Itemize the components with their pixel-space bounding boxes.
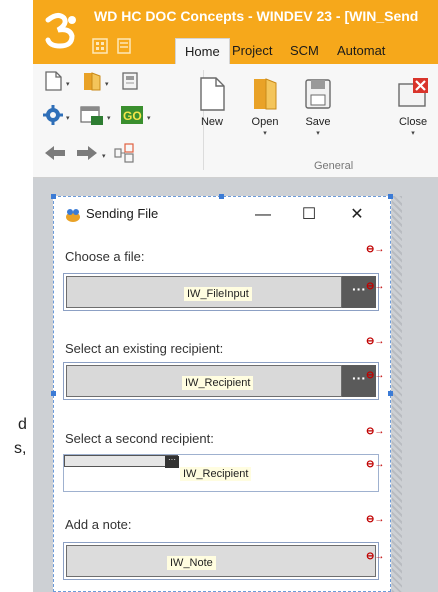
- recipient-control[interactable]: IW_Recipient ···: [63, 362, 379, 400]
- chevron-down-icon[interactable]: ▾: [102, 152, 106, 160]
- door-icon[interactable]: [81, 70, 103, 92]
- window-close-button[interactable]: ✕: [345, 203, 369, 227]
- recipient-label: Select an existing recipient:: [65, 341, 224, 356]
- layout-icon[interactable]: [113, 142, 135, 164]
- cropped-text-fragment: d: [18, 416, 27, 433]
- tab-home[interactable]: Home: [175, 38, 230, 64]
- go-icon[interactable]: GO: [120, 104, 144, 126]
- new-button-label: New: [200, 116, 223, 128]
- minimize-button[interactable]: —: [251, 203, 275, 227]
- form-icon[interactable]: [79, 104, 105, 126]
- chevron-down-icon[interactable]: ▾: [107, 114, 111, 122]
- open-folder-icon: [254, 78, 277, 110]
- link-arrow-icon[interactable]: ⊖→: [366, 370, 384, 381]
- quick-access-window-icon[interactable]: [116, 38, 132, 54]
- file-label: Choose a file:: [65, 249, 145, 264]
- sending-file-window-icon: [66, 209, 80, 222]
- note-input-body[interactable]: IW_Note: [66, 545, 376, 577]
- link-arrow-icon[interactable]: ⊖→: [366, 244, 384, 255]
- selection-handle[interactable]: [388, 391, 393, 396]
- second-recipient-dots-button[interactable]: ···: [165, 456, 179, 468]
- link-arrow-icon[interactable]: ⊖→: [366, 426, 384, 437]
- close-button[interactable]: Close ▾: [388, 68, 438, 152]
- save-button-label: Save: [305, 116, 331, 128]
- save-button[interactable]: Save ▾: [293, 68, 343, 152]
- link-arrow-icon[interactable]: ⊖→: [366, 551, 384, 562]
- gear-icon[interactable]: [42, 104, 64, 126]
- new-small-icon[interactable]: [42, 70, 64, 92]
- back-arrow-icon[interactable]: [42, 142, 68, 164]
- window-title: WD HC DOC Concepts - WINDEV 23 - [WIN_Se…: [94, 8, 419, 24]
- new-button[interactable]: New: [187, 68, 237, 152]
- tab-scm[interactable]: SCM: [281, 38, 328, 64]
- window-icon[interactable]: [119, 70, 141, 92]
- second-recipient-mini-input[interactable]: ···: [64, 455, 179, 468]
- file-input-control[interactable]: IW_FileInput ···: [63, 273, 379, 311]
- file-input-name: IW_FileInput: [184, 287, 252, 301]
- selection-handle[interactable]: [388, 194, 393, 199]
- open-button-label: Open: [251, 116, 279, 128]
- chevron-down-icon[interactable]: ▾: [66, 80, 70, 88]
- note-label: Add a note:: [65, 517, 132, 532]
- ribbon-toolbar: ▾ ▾ ▾ ▾ GO ▾ ▾ New Open ▾ Save ▾ Close ▾…: [33, 64, 438, 178]
- link-arrow-icon[interactable]: ⊖→: [366, 336, 384, 347]
- title-bar: WD HC DOC Concepts - WINDEV 23 - [WIN_Se…: [33, 0, 438, 64]
- second-recipient-label: Select a second recipient:: [65, 431, 214, 446]
- selection-handle[interactable]: [219, 194, 224, 199]
- file-input-body[interactable]: IW_FileInput: [66, 276, 342, 308]
- tab-project[interactable]: Project: [223, 38, 281, 64]
- recipient-input-body[interactable]: IW_Recipient: [66, 365, 342, 397]
- second-recipient-control[interactable]: ··· IW_Recipient: [63, 454, 379, 492]
- windev-editor-screen: d s, WD HC DOC Concepts - WINDEV 23 - [W…: [0, 0, 438, 592]
- new-document-icon: [200, 77, 225, 111]
- chevron-down-icon[interactable]: ▾: [240, 129, 290, 137]
- maximize-button[interactable]: ☐: [297, 203, 321, 227]
- save-icon: [305, 79, 331, 109]
- svg-text:GO: GO: [123, 109, 142, 123]
- close-window-icon: [398, 78, 428, 107]
- tab-automation[interactable]: Automat: [328, 38, 394, 64]
- canvas-resize-border[interactable]: [392, 196, 402, 592]
- selection-handle[interactable]: [51, 194, 56, 199]
- link-arrow-icon[interactable]: ⊖→: [366, 281, 384, 292]
- ribbon-group-label: General: [314, 160, 354, 172]
- recipient-control-name: IW_Recipient: [182, 376, 254, 390]
- sending-file-title: Sending File: [86, 206, 159, 221]
- cropped-text-fragment: s,: [14, 440, 27, 457]
- chevron-down-icon[interactable]: ▾: [105, 80, 109, 88]
- quick-access-grid-icon[interactable]: [92, 38, 108, 54]
- note-control[interactable]: IW_Note: [63, 542, 379, 580]
- chevron-down-icon[interactable]: ▾: [388, 129, 438, 137]
- open-button[interactable]: Open ▾: [240, 68, 290, 152]
- link-arrow-icon[interactable]: ⊖→: [366, 459, 384, 470]
- link-arrow-icon[interactable]: ⊖→: [366, 514, 384, 525]
- chevron-down-icon[interactable]: ▾: [293, 129, 343, 137]
- chevron-down-icon[interactable]: ▾: [66, 114, 70, 122]
- forward-arrow-icon[interactable]: [74, 142, 100, 164]
- left-background-panel: d s,: [0, 0, 33, 592]
- selection-handle[interactable]: [51, 391, 56, 396]
- chevron-down-icon[interactable]: ▾: [147, 114, 151, 122]
- windev-logo-icon: [45, 12, 76, 49]
- note-control-name: IW_Note: [167, 556, 216, 570]
- second-recipient-control-name: IW_Recipient: [180, 467, 252, 481]
- close-button-label: Close: [398, 116, 428, 128]
